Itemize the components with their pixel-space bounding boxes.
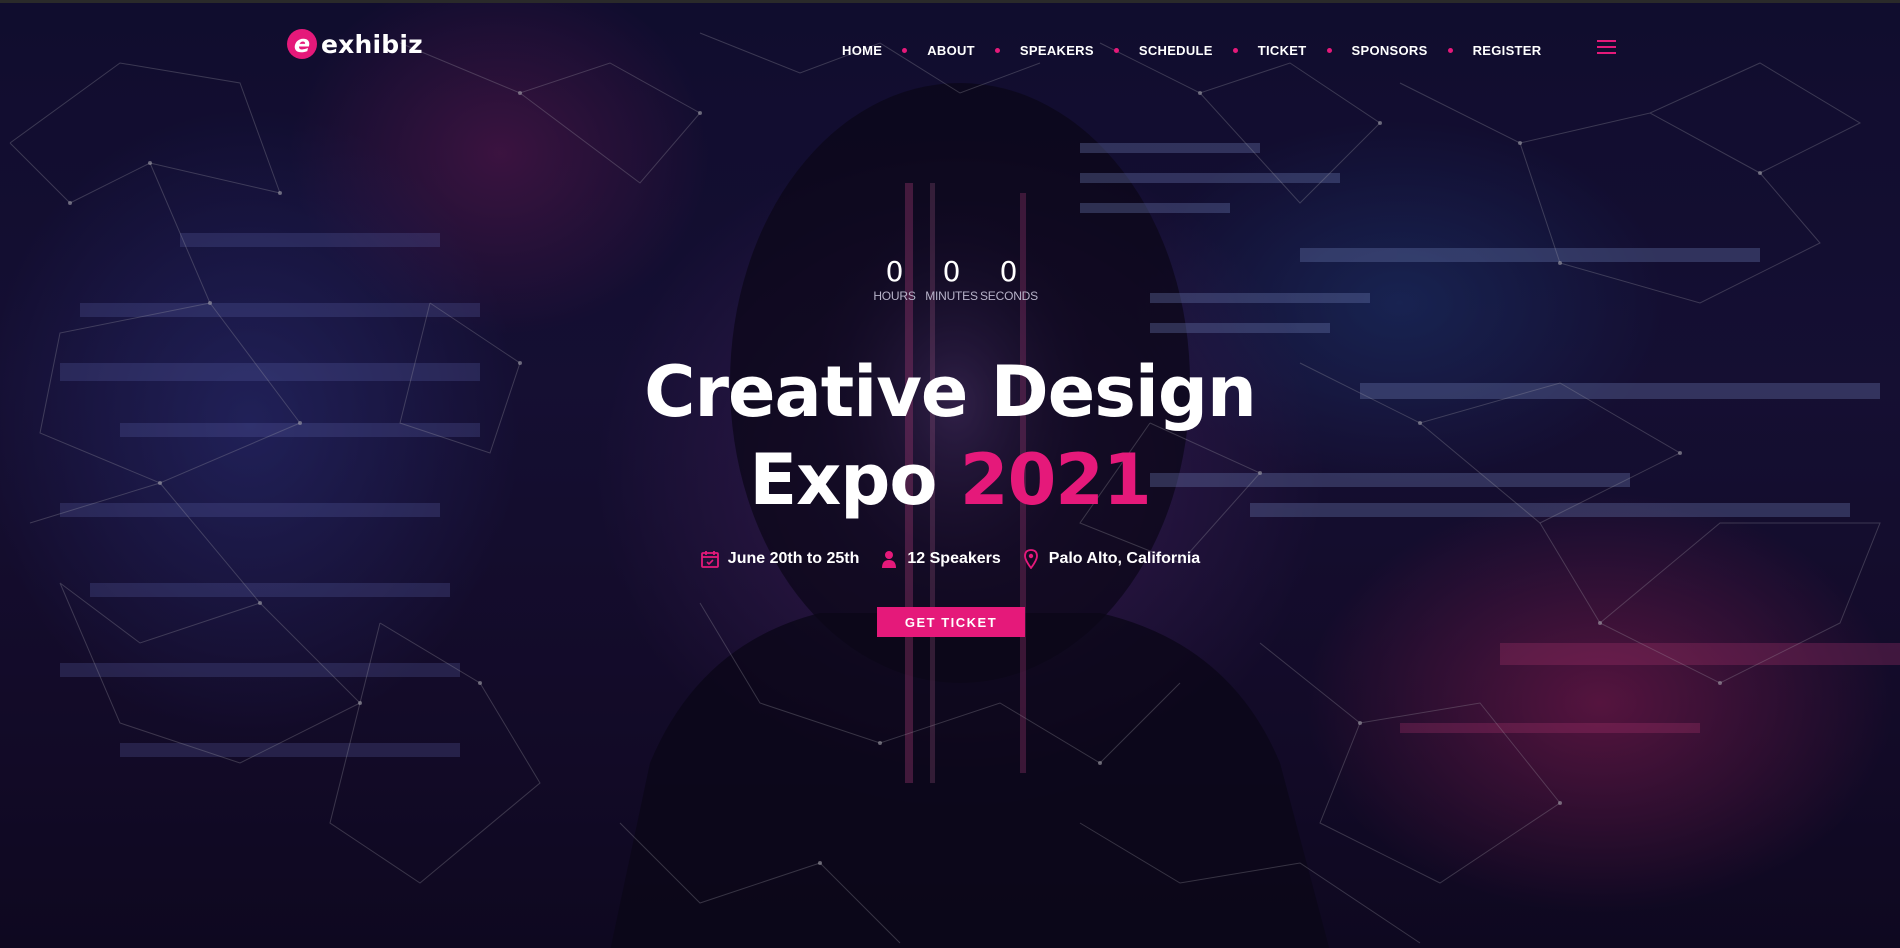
hero-title: Creative Design Expo 2021 — [550, 348, 1350, 524]
countdown-hours: 0 HOURS — [866, 256, 923, 304]
event-location-text: Palo Alto, California — [1048, 550, 1201, 567]
hamburger-line — [1597, 46, 1616, 48]
logo-mark-icon: e — [287, 29, 317, 59]
menu-separator-dot — [1326, 47, 1332, 53]
nav-item-register[interactable]: REGISTER — [1473, 43, 1542, 58]
hero-title-word: Expo — [749, 439, 937, 521]
event-date-text: June 20th to 25th — [727, 550, 860, 567]
hero-section: e exhibiz HOME ABOUT SPEAKERS SCHEDULE T… — [0, 0, 1900, 948]
nav-item-sponsors[interactable]: SPONSORS — [1352, 43, 1428, 58]
event-location: Palo Alto, California — [1021, 549, 1200, 569]
logo-text: exhibiz — [321, 29, 423, 59]
menu-separator-dot — [1447, 47, 1453, 53]
user-icon — [882, 551, 897, 568]
event-meta: June 20th to 25th 12 Speakers Palo Alto,… — [700, 549, 1200, 569]
calendar-icon — [700, 551, 719, 568]
countdown-minutes: 0 MINUTES — [923, 256, 980, 304]
countdown-minutes-value: 0 — [942, 255, 961, 288]
event-speakers-text: 12 Speakers — [907, 550, 1001, 567]
nav-item-about[interactable]: ABOUT — [927, 43, 975, 58]
countdown-hours-label: HOURS — [873, 289, 916, 303]
top-navigation: e exhibiz HOME ABOUT SPEAKERS SCHEDULE T… — [0, 3, 1900, 93]
event-speakers: 12 Speakers — [879, 549, 1001, 569]
nav-item-speakers[interactable]: SPEAKERS — [1020, 43, 1094, 58]
menu-separator-dot — [994, 47, 1000, 53]
logo[interactable]: e exhibiz — [287, 29, 423, 59]
map-pin-icon — [1023, 549, 1038, 569]
hamburger-line — [1597, 40, 1616, 42]
countdown-seconds-value: 0 — [999, 255, 1018, 288]
nav-item-home[interactable]: HOME — [842, 43, 882, 58]
countdown-timer: 0 HOURS 0 MINUTES 0 SECONDS — [866, 255, 1038, 304]
hero-title-year: 2021 — [959, 439, 1152, 521]
hamburger-line — [1597, 52, 1616, 54]
countdown-minutes-label: MINUTES — [925, 289, 978, 303]
hamburger-icon[interactable] — [1597, 40, 1616, 54]
event-date: June 20th to 25th — [700, 549, 860, 569]
countdown-seconds: 0 SECONDS — [980, 255, 1038, 304]
main-menu: HOME ABOUT SPEAKERS SCHEDULE TICKET SPON… — [842, 40, 1541, 60]
hero-title-line2: Expo 2021 — [550, 436, 1350, 524]
nav-item-ticket[interactable]: TICKET — [1258, 43, 1307, 58]
menu-separator-dot — [1113, 47, 1119, 53]
hero-title-line1: Creative Design — [644, 351, 1257, 433]
get-ticket-button[interactable]: GET TICKET — [877, 607, 1025, 637]
menu-separator-dot — [902, 47, 908, 53]
countdown-hours-value: 0 — [885, 255, 904, 288]
nav-item-schedule[interactable]: SCHEDULE — [1139, 43, 1213, 58]
menu-separator-dot — [1232, 47, 1238, 53]
countdown-seconds-label: SECONDS — [980, 289, 1038, 303]
